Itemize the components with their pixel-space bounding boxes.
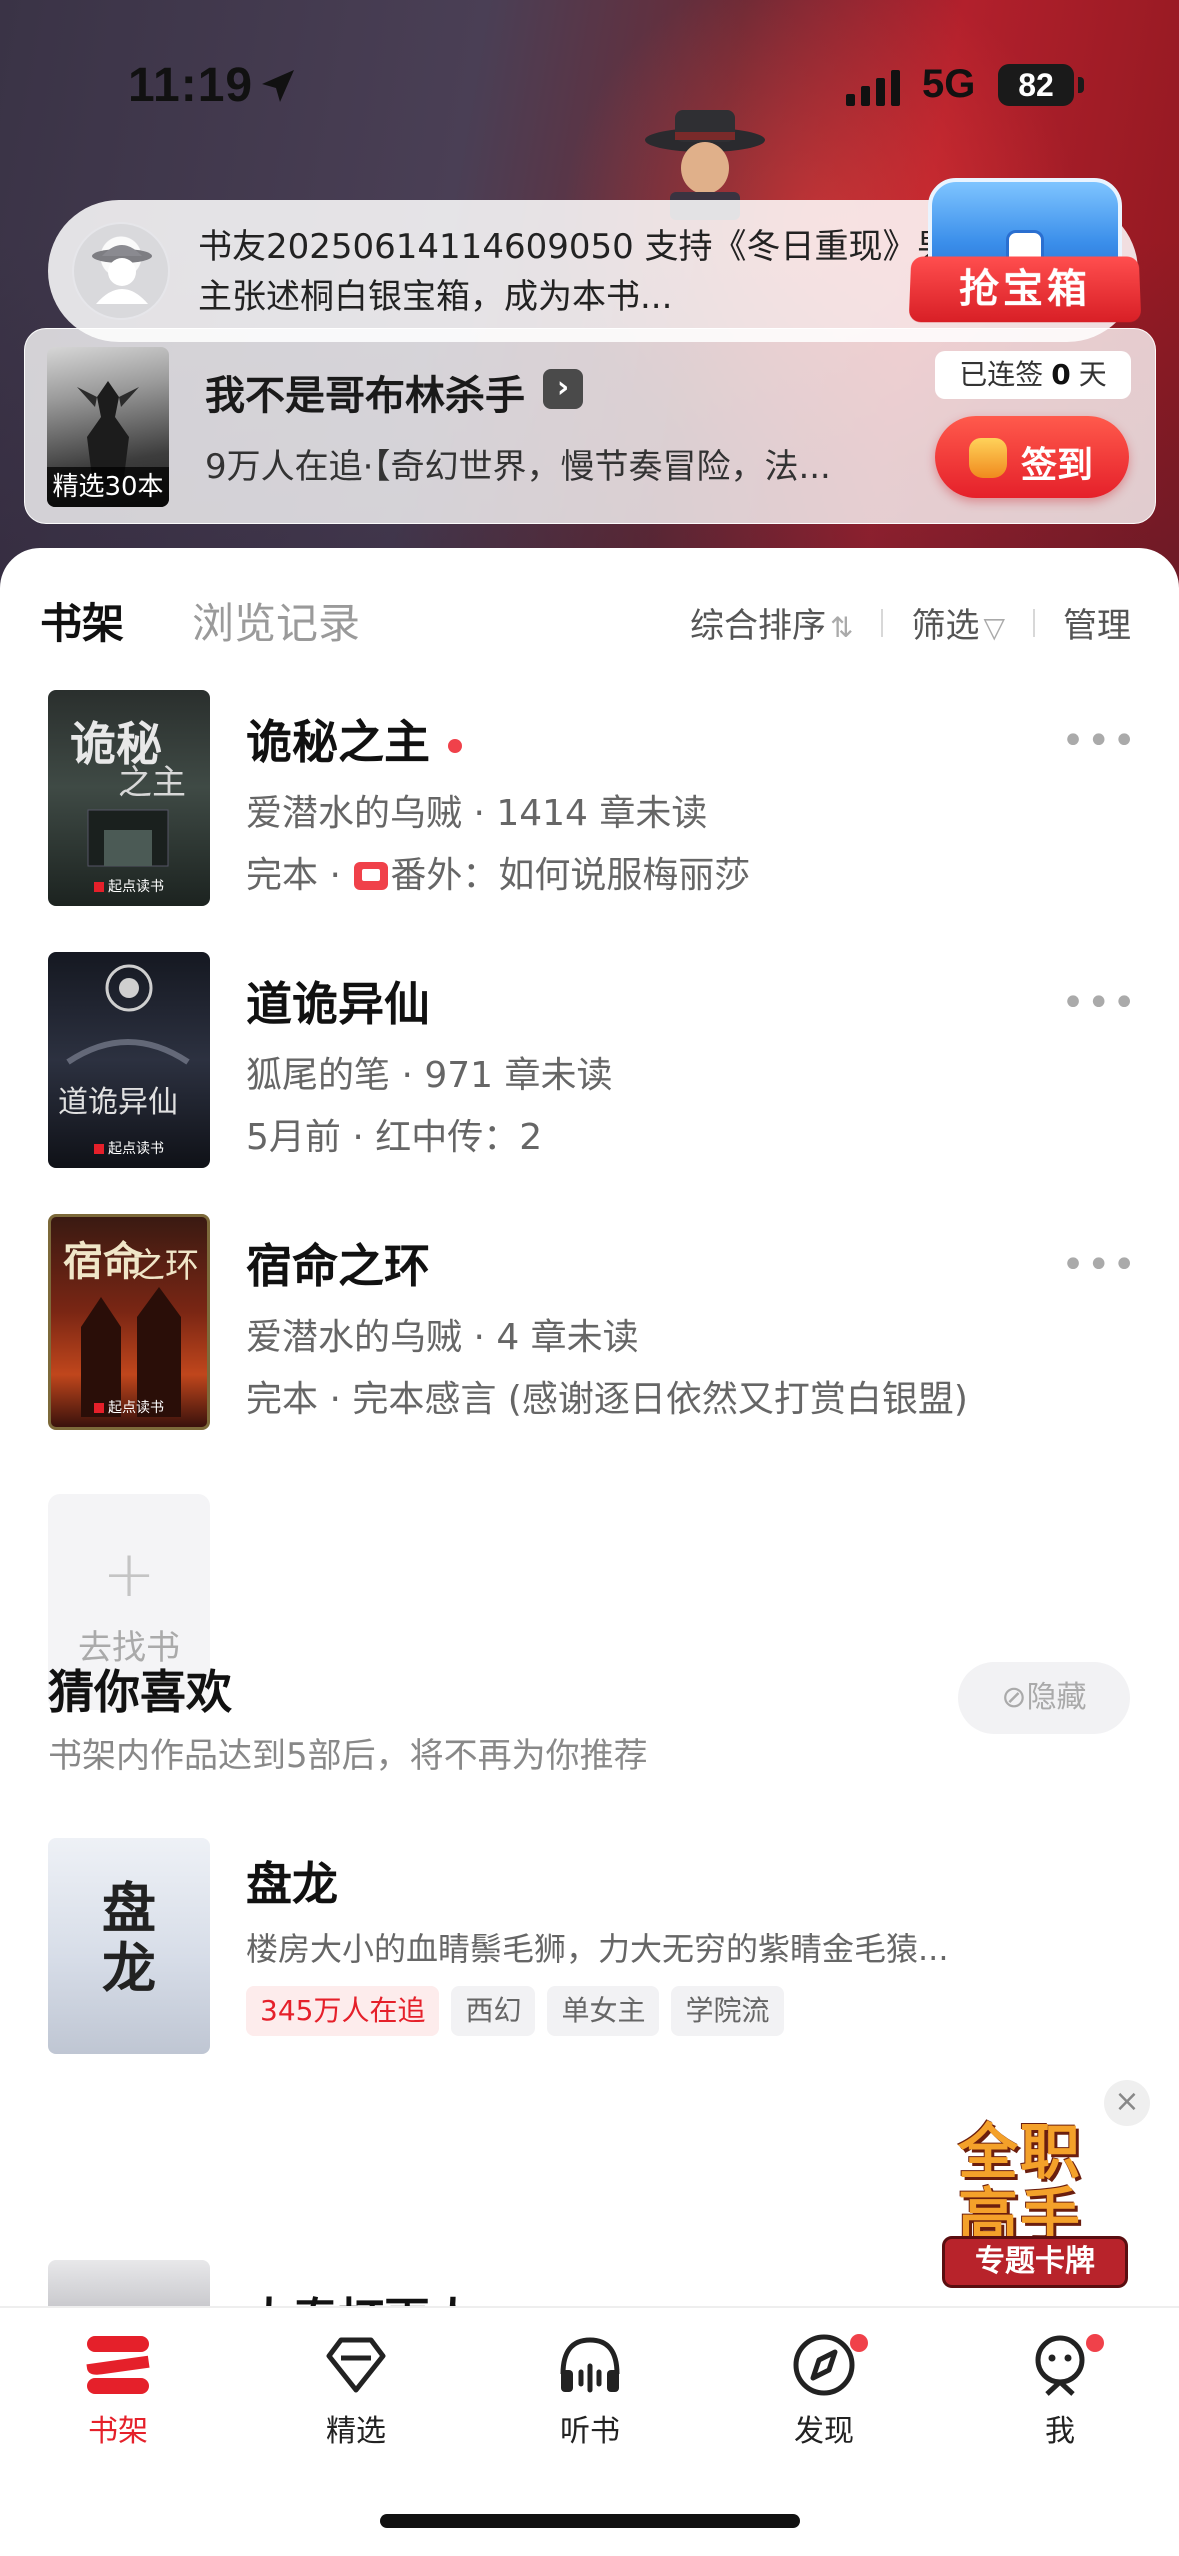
book-progress: 狐尾的笔 · 971 章未读 (246, 1055, 613, 1096)
shelf-book[interactable]: 宿命 之环 起点读书 宿命之环 爱潜水的乌贼 · 4 章未读 完本 · 完本感言… (48, 1214, 1138, 1430)
notification-badge (1086, 2334, 1104, 2352)
book-progress: 爱潜水的乌贼 · 1414 章未读 (246, 793, 708, 834)
activity-message: 书友20250614114609050 支持《冬日重现》男主张述桐白银宝箱，成为… (198, 227, 951, 317)
book-cover[interactable]: 宿命 之环 起点读书 (48, 1214, 210, 1430)
sort-button[interactable]: 综合排序 ⇅ (690, 598, 853, 647)
book-status: 完本 · 番外：如何说服梅丽莎 (246, 855, 751, 896)
sort-icon: ⇅ (829, 611, 854, 644)
manage-button[interactable]: 管理 (1063, 598, 1131, 647)
checkin-streak: 已连签 0 天 (935, 351, 1131, 399)
home-indicator (380, 2514, 800, 2528)
book-description: 楼房大小的血睛鬃毛狮，力大无穷的紫睛金毛猿... (246, 1930, 949, 1968)
book-tags: 345万人在追 西幻 单女主 学院流 (246, 1986, 796, 2036)
plus-icon: + (102, 1538, 156, 1612)
more-options-icon[interactable]: ••• (1061, 1242, 1138, 1288)
diamond-icon (326, 2337, 386, 2393)
status-time: 11:19 (128, 59, 254, 112)
svg-text:之环: 之环 (131, 1246, 199, 1286)
book-title: 诡秘之主 (246, 706, 462, 772)
tab-featured[interactable]: 精选 (276, 2332, 436, 2450)
book-title: 盘龙 (246, 1857, 338, 1911)
more-options-icon[interactable]: ••• (1061, 980, 1138, 1026)
headphones-icon (560, 2337, 620, 2393)
book-status: 5月前 · 红中传：2 (246, 1117, 543, 1158)
readers-tag: 345万人在追 (246, 1986, 440, 2036)
recommend-subtitle: 书架内作品达到5部后，将不再为你推荐 (48, 1736, 648, 1776)
genre-tag: 单女主 (547, 1986, 660, 2036)
checkin-label: 签到 (1021, 445, 1094, 486)
notification-badge (850, 2334, 868, 2352)
checkin-button[interactable]: 签到 (935, 416, 1129, 498)
genre-tag: 学院流 (671, 1986, 784, 2036)
streak-days: 0 (1051, 358, 1071, 391)
status-bar: 11:19 5G 82 (0, 0, 1179, 150)
reading-description: 9万人在追·【奇幻世界，慢节奏冒险，法... (205, 447, 831, 487)
tab-bookshelf-nav[interactable]: 书架 (38, 2332, 198, 2450)
svg-text:之主: 之主 (118, 763, 186, 803)
chevron-right-icon[interactable]: › (543, 369, 583, 409)
shelf-toolbar: 综合排序 ⇅ 筛选 ▽ 管理 (690, 598, 1131, 647)
book-progress: 爱潜水的乌贼 · 4 章未读 (246, 1317, 639, 1358)
chest-label: 抢宝箱 (908, 256, 1142, 323)
signal-bars-icon (846, 70, 900, 106)
compass-icon (793, 2334, 855, 2396)
default-avatar-icon (92, 245, 152, 304)
treasure-chest-button[interactable]: 抢宝箱 (908, 170, 1142, 330)
close-icon[interactable]: × (1104, 2080, 1150, 2126)
tab-discover[interactable]: 发现 (744, 2332, 904, 2450)
book-status: 完本 · 完本感言 (感谢逐日依然又打赏白银盟) (246, 1379, 968, 1420)
genre-tag: 西幻 (451, 1986, 536, 2036)
book-title: 宿命之环 (246, 1239, 430, 1293)
user-avatar (72, 222, 170, 320)
book-cover[interactable]: 道诡异仙 起点读书 (48, 952, 210, 1168)
tab-history[interactable]: 浏览记录 (192, 590, 360, 651)
more-options-icon[interactable]: ••• (1061, 718, 1138, 764)
tab-bookshelf[interactable]: 书架 (33, 590, 124, 651)
recommend-title: 猜你喜欢 (48, 1665, 232, 1719)
hide-recommend-button[interactable]: ⊘隐藏 (958, 1662, 1130, 1734)
coin-pouch-icon (969, 438, 1007, 478)
location-arrow-icon (262, 70, 294, 102)
eye-off-icon: ⊘ (1001, 1680, 1027, 1715)
svg-text:道诡异仙: 道诡异仙 (58, 1085, 178, 1120)
tab-profile[interactable]: 我 (980, 2332, 1140, 2450)
cover-art: 诡秘 之主 (70, 717, 186, 867)
network-type: 5G (922, 62, 976, 106)
book-title: 道诡异仙 (246, 977, 430, 1031)
shelf-book[interactable]: 道诡异仙 起点读书 道诡异仙 狐尾的笔 · 971 章未读 5月前 · 红中传：… (48, 952, 1138, 1168)
tv-icon (354, 862, 389, 890)
book-cover[interactable]: 盘龙 (48, 1838, 210, 2054)
book-cover[interactable]: 诡秘 之主 起点读书 (48, 690, 210, 906)
tab-audiobook[interactable]: 听书 (510, 2332, 670, 2450)
profile-icon (1035, 2335, 1085, 2396)
cover-art: 宿命 之环 (63, 1238, 199, 1417)
unread-dot (448, 738, 462, 753)
cover-art: 道诡异仙 (58, 964, 190, 1120)
filter-button[interactable]: 筛选 ▽ (911, 598, 1005, 647)
recommend-book[interactable]: 盘龙 盘龙 楼房大小的血睛鬃毛狮，力大无穷的紫睛金毛猿... 345万人在追 西… (48, 1838, 1138, 2054)
reading-cover[interactable]: 精选30本 (47, 347, 169, 507)
battery-icon: 82 (998, 64, 1074, 106)
cover-tag: 精选30本 (47, 467, 169, 507)
reading-title[interactable]: 我不是哥布林杀手 (205, 363, 525, 421)
bookshelf-icon (86, 2336, 150, 2394)
promo-badge[interactable]: 全职 高手 专题卡牌 × (938, 2080, 1150, 2288)
filter-icon: ▽ (983, 611, 1005, 644)
shelf-book[interactable]: 诡秘 之主 起点读书 诡秘之主 爱潜水的乌贼 · 1414 章未读 完本 · 番… (48, 690, 1138, 906)
